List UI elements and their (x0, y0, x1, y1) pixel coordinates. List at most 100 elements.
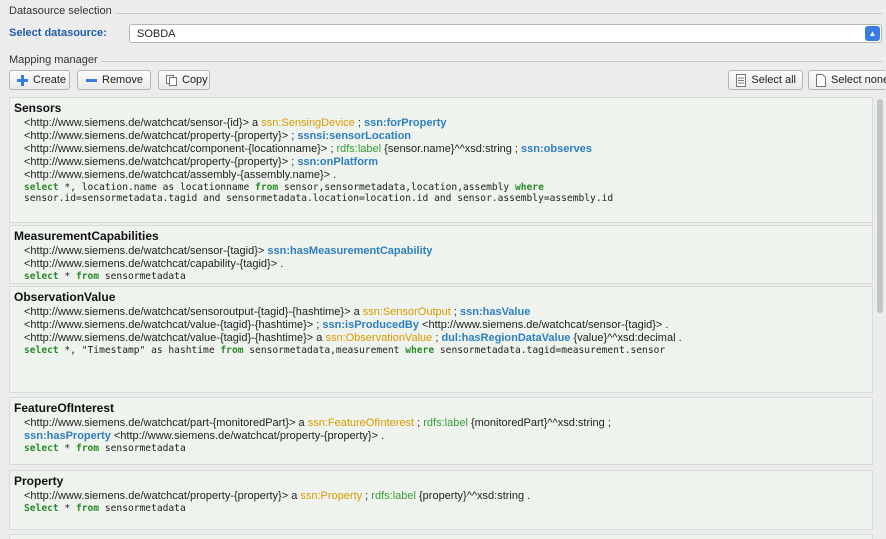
sql-keyword: where (405, 345, 435, 356)
sql-keyword: from (75, 271, 100, 282)
select-all-label: Select all (751, 74, 796, 86)
sql-keyword: select (24, 345, 59, 356)
sql-keyword: select (24, 182, 59, 193)
mapping-group-title: Mapping manager (9, 54, 102, 66)
mapping-title: Sensors (14, 101, 62, 115)
text-segment: {value}^^xsd:decimal . (570, 332, 682, 344)
create-button[interactable]: Create (9, 70, 70, 90)
select-none-label: Select none (831, 74, 886, 86)
text-segment: {property}^^xsd:string . (415, 490, 531, 502)
mapping-template-line: <http://www.siemens.de/watchcat/property… (14, 130, 867, 143)
label-term: rdfs:label (423, 417, 468, 429)
mapping-template-line: <http://www.siemens.de/watchcat/sensor-{… (14, 117, 867, 130)
text-segment: <http://www.siemens.de/watchcat/property… (24, 130, 298, 142)
datasource-row: Select datasource: SOBDA ▲ (9, 22, 882, 44)
blank-document-icon (815, 73, 827, 87)
datasource-group-border (9, 13, 882, 14)
mapping-template-line: <http://www.siemens.de/watchcat/value-{t… (14, 319, 867, 332)
mapping-template-line: <http://www.siemens.de/watchcat/componen… (14, 143, 867, 156)
class-term: ssn:FeatureOfInterest (307, 417, 415, 429)
text-segment: <http://www.siemens.de/watchcat/part-{mo… (24, 417, 308, 429)
sql-keyword: select (24, 443, 59, 454)
property-term: ssn:onPlatform (297, 156, 378, 168)
text-segment: ; (354, 117, 364, 129)
text-segment: <http://www.siemens.de/watchcat/assembly… (24, 169, 337, 181)
datasource-select[interactable]: SOBDA ▲ (129, 24, 882, 43)
class-term: ssn:SensingDevice (261, 117, 355, 129)
sql-keyword: select (24, 271, 59, 282)
mapping-card[interactable]: Sensors <http://www.siemens.de/watchcat/s… (9, 97, 873, 223)
text-segment: <http://www.siemens.de/watchcat/sensor-{… (419, 319, 669, 331)
mapping-template-line: <http://www.siemens.de/watchcat/property… (14, 490, 867, 503)
text-segment: ; (450, 306, 460, 318)
remove-button[interactable]: Remove (77, 70, 151, 90)
property-term: ssn:hasMeasurementCapability (267, 245, 433, 257)
class-term: ssn:Property (300, 490, 363, 502)
text-segment: sensormetadata.tagid=measurement.sensor (434, 345, 666, 356)
property-term: ssn:forProperty (363, 117, 447, 129)
mapping-card[interactable]: MeasurementCapabilities <http://www.sieme… (9, 225, 873, 284)
mapping-sql-line: Select * from sensormetadata (14, 503, 867, 514)
copy-button[interactable]: Copy (158, 70, 210, 90)
text-segment: {monitoredPart}^^xsd:string ; (467, 417, 611, 429)
mapping-group-border (9, 61, 882, 62)
property-term: ssn:hasProperty (24, 430, 111, 442)
text-segment: sensormetadata (99, 443, 186, 454)
sql-keyword: where (514, 182, 544, 193)
text-segment: sensormetadata (99, 503, 186, 514)
vertical-scrollbar[interactable] (876, 97, 884, 539)
text-segment: <http://www.siemens.de/watchcat/sensor-{… (24, 117, 262, 129)
mapping-title: ObservationValue (14, 290, 116, 304)
mapping-card[interactable]: ObservationValue <http://www.siemens.de/w… (9, 286, 873, 393)
text-segment: * (58, 443, 76, 454)
text-segment: <http://www.siemens.de/watchcat/value-{t… (24, 332, 326, 344)
mapping-sql-line: select * from sensormetadata (14, 443, 867, 454)
text-segment: {sensor.name}^^xsd:string ; (381, 143, 522, 155)
minus-icon (84, 73, 98, 87)
copy-label: Copy (182, 74, 208, 86)
mapping-sql-line: select * from sensormetadata (14, 271, 867, 282)
class-term: ssn:ObservationValue (325, 332, 433, 344)
sql-keyword: from (255, 182, 279, 193)
mapping-template-line: <http://www.siemens.de/watchcat/sensor-{… (14, 245, 867, 258)
mapping-template-line: <http://www.siemens.de/watchcat/property… (14, 156, 867, 169)
mapping-card[interactable]: FeatureOfInterest <http://www.siemens.de/… (9, 397, 873, 465)
mapping-template-line: <http://www.siemens.de/watchcat/sensorou… (14, 306, 867, 319)
mapping-template-line: <http://www.siemens.de/watchcat/capabili… (14, 258, 867, 271)
text-segment: * (58, 271, 76, 282)
mapping-card-partial[interactable] (9, 534, 873, 539)
mapping-title: MeasurementCapabilities (14, 229, 159, 243)
scrollbar-thumb[interactable] (877, 99, 883, 313)
text-segment: ; (414, 417, 424, 429)
property-term: ssn:isProducedBy (322, 319, 419, 331)
class-term: ssn:SensorOutput (362, 306, 451, 318)
sql-keyword: from (75, 503, 100, 514)
mapping-card[interactable]: Property <http://www.siemens.de/watchcat/… (9, 470, 873, 530)
label-term: rdfs:label (371, 490, 416, 502)
sql-keyword: from (220, 345, 244, 356)
text-segment: <http://www.siemens.de/watchcat/property… (110, 430, 385, 442)
text-segment: sensor.id=sensormetadata.tagid and senso… (24, 193, 614, 204)
mapping-sql-line: select *, location.name as locationname … (14, 182, 867, 193)
property-term: ssn:hasValue (460, 306, 531, 318)
text-segment: <http://www.siemens.de/watchcat/componen… (24, 143, 337, 155)
select-all-button[interactable]: Select all (728, 70, 803, 90)
property-term: ssnsi:sensorLocation (297, 130, 412, 142)
mapping-sql-line: sensor.id=sensormetadata.tagid and senso… (14, 193, 867, 204)
mapping-template-line: ssn:hasProperty <http://www.siemens.de/w… (14, 430, 867, 443)
text-segment: sensor,sensormetadata,location,assembly (278, 182, 515, 193)
text-segment: ; (362, 490, 372, 502)
text-segment: <http://www.siemens.de/watchcat/property… (24, 490, 301, 502)
text-segment: <http://www.siemens.de/watchcat/value-{t… (24, 319, 323, 331)
document-icon (735, 73, 747, 87)
mapping-toolbar: Create Remove Copy Select all Select non… (9, 70, 886, 92)
text-segment: <http://www.siemens.de/watchcat/property… (24, 156, 298, 168)
mapping-list: Sensors <http://www.siemens.de/watchcat/s… (9, 97, 873, 539)
mapping-template-line: <http://www.siemens.de/watchcat/value-{t… (14, 332, 867, 345)
mapping-sql-line: select *, "Timestamp" as hashtime from s… (14, 345, 867, 356)
select-none-button[interactable]: Select none (808, 70, 886, 90)
sql-keyword: from (75, 443, 100, 454)
remove-label: Remove (102, 74, 143, 86)
datasource-selected-value: SOBDA (137, 27, 176, 40)
label-term: rdfs:label (336, 143, 382, 155)
